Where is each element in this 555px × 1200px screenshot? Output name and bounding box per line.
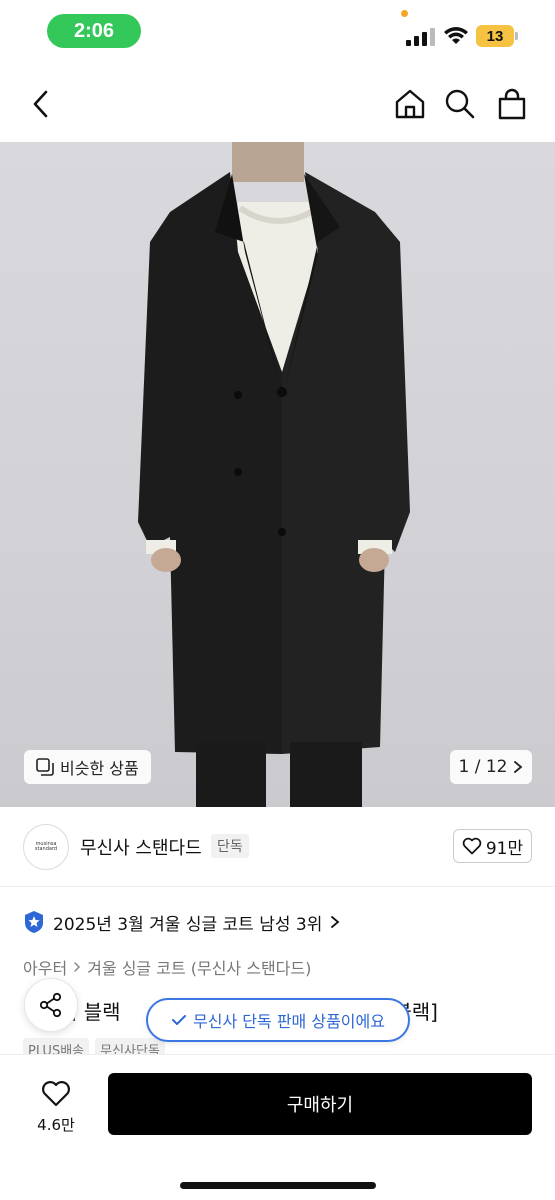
search-button[interactable] [441, 84, 479, 124]
brand-like-count: 91만 [485, 838, 524, 859]
privacy-indicator-dot [401, 10, 408, 17]
wifi-icon [444, 27, 468, 44]
exclusive-badge: 단독 [211, 834, 249, 858]
product-photo-coat [138, 142, 410, 807]
home-button[interactable] [391, 84, 429, 124]
buy-button[interactable]: 구매하기 [108, 1073, 532, 1135]
product-image[interactable]: 비슷한 상품 1 / 12 [0, 142, 555, 807]
brand-name-link[interactable]: 무신사 스탠다드 [80, 834, 202, 860]
similar-products-label: 비슷한 상품 [60, 759, 139, 778]
back-icon [33, 90, 48, 118]
ranking-link[interactable]: 2025년 3월 겨울 싱글 코트 남성 3위 [23, 905, 340, 939]
chevron-right-icon [514, 761, 523, 773]
brand-row: musinsa standard 무신사 스탠다드 단독 91만 [0, 807, 555, 887]
wishlist-button[interactable]: 4.6만 [24, 1075, 88, 1139]
cellular-signal-icon [406, 28, 435, 46]
heart-icon [42, 1080, 70, 1106]
battery-tip [515, 32, 518, 40]
top-nav-bar [0, 66, 555, 142]
back-button[interactable] [22, 84, 60, 124]
battery-indicator: 13 [476, 25, 518, 47]
heart-icon [462, 837, 482, 855]
bottom-action-bar: 4.6만 구매하기 [0, 1054, 555, 1200]
similar-items-icon [36, 758, 54, 776]
category-breadcrumb: 아우터 겨울 싱글 코트 (무신사 스탠다드) [23, 954, 311, 980]
ranking-text: 2025년 3월 겨울 싱글 코트 남성 3위 [53, 914, 323, 935]
home-icon [395, 89, 425, 119]
share-icon [39, 992, 62, 1018]
shopping-bag-button[interactable] [493, 84, 531, 124]
image-pager-button[interactable]: 1 / 12 [450, 750, 532, 784]
brand-like-button[interactable]: 91만 [453, 829, 532, 863]
breadcrumb-chevron-icon [74, 962, 81, 972]
image-pager-count: 1 / 12 [458, 757, 508, 777]
chevron-right-icon [331, 916, 340, 928]
exclusive-toast-text: 무신사 단독 판매 상품이에요 [193, 1012, 385, 1031]
similar-products-button[interactable]: 비슷한 상품 [24, 750, 151, 784]
status-bar: 2:06 13 [0, 0, 555, 66]
status-time: 2:06 [47, 14, 141, 48]
brand-logo-text: musinsa standard [34, 840, 58, 852]
wishlist-count: 4.6만 [37, 1115, 75, 1134]
brand-logo[interactable]: musinsa standard [23, 824, 69, 870]
category-parent-link[interactable]: 아우터 [23, 955, 67, 979]
exclusive-toast: 무신사 단독 판매 상품이에요 [146, 998, 410, 1042]
home-indicator [180, 1182, 376, 1189]
battery-level: 13 [476, 25, 514, 47]
check-icon [172, 1015, 187, 1025]
shopping-bag-icon [498, 88, 526, 120]
category-child-link[interactable]: 겨울 싱글 코트 (무신사 스탠다드) [87, 955, 311, 979]
share-button[interactable] [24, 978, 78, 1032]
ranking-badge-icon [25, 911, 43, 933]
search-icon [445, 89, 475, 119]
